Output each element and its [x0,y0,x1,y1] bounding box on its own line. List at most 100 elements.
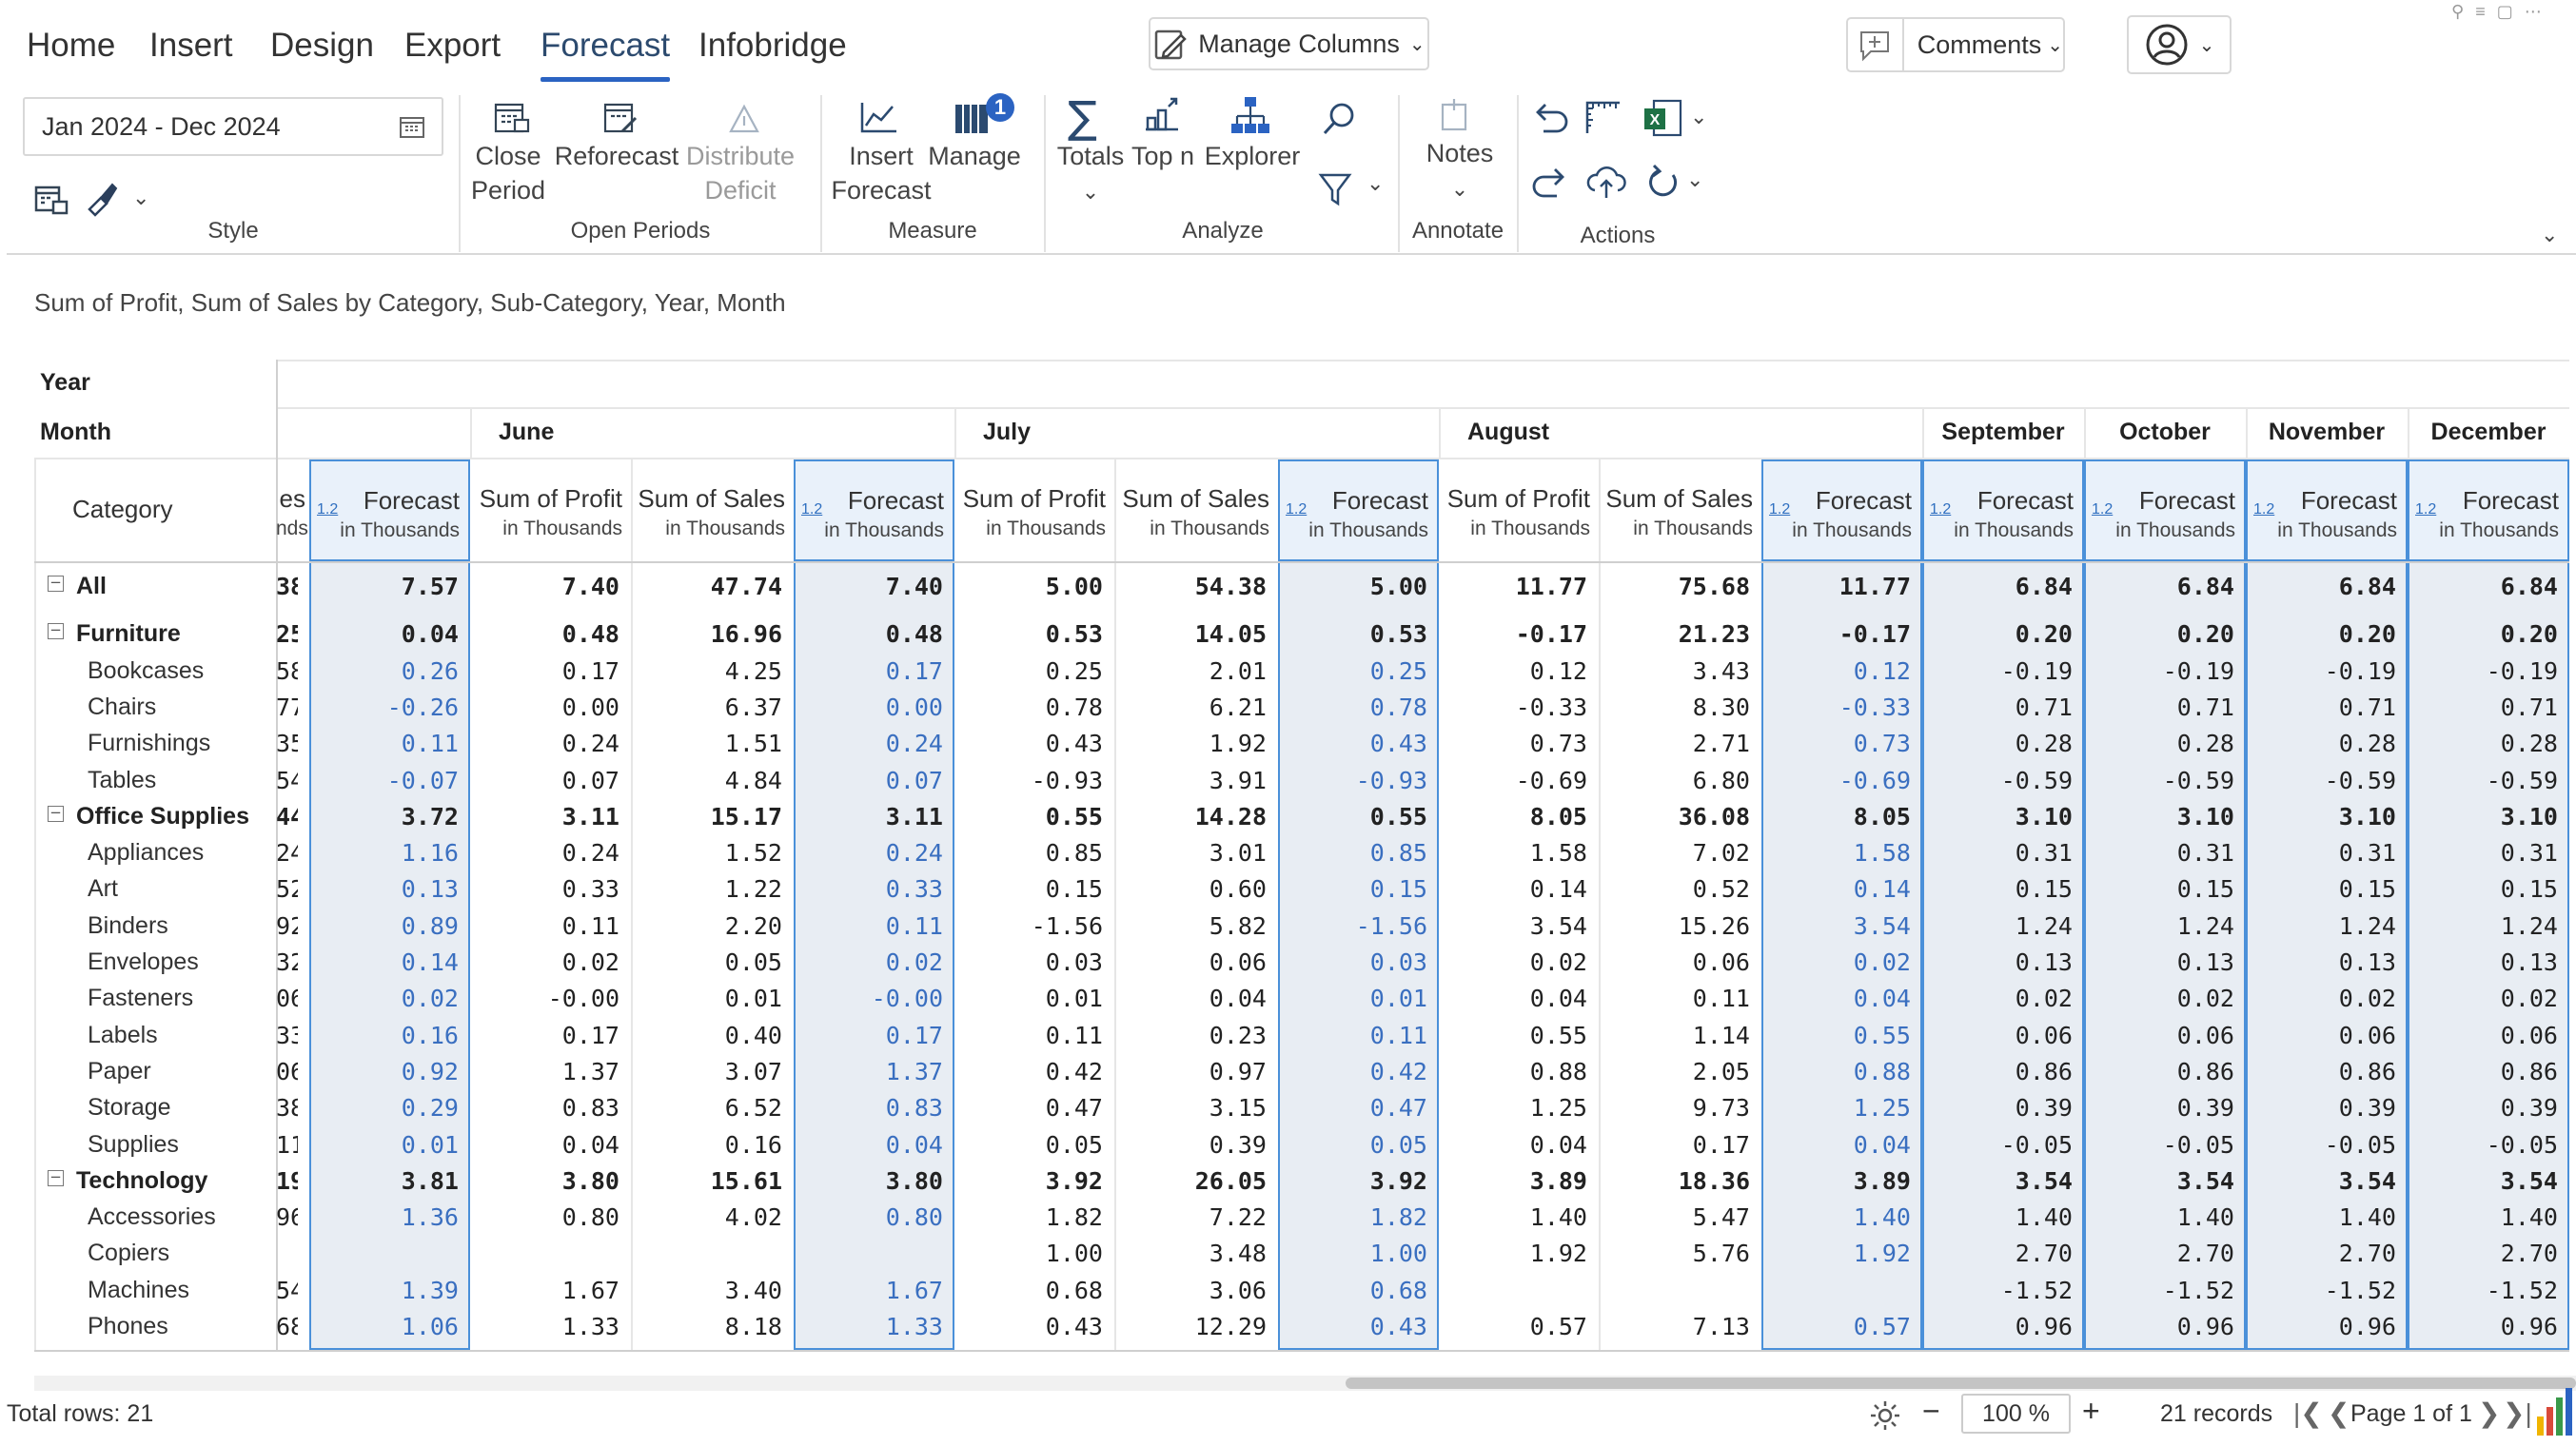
data-cell[interactable]: 3.54 [1439,912,1587,940]
data-cell[interactable]: 0.39 [2408,1094,2558,1122]
tab-export[interactable]: Export [404,27,501,65]
data-cell[interactable]: 0.04 [1439,1131,1587,1159]
distribute-deficit-button[interactable]: Distribute Deficit [686,139,795,207]
data-cell[interactable]: 0.43 [1278,1313,1427,1340]
window-controls[interactable]: ⚲≡▢⋯ [2451,2,2553,22]
data-cell[interactable]: 0.07 [470,767,619,794]
data-cell[interactable]: 0.86 [2246,1058,2396,1085]
month-header-3[interactable]: September [1922,419,2084,446]
data-cell[interactable]: 1.00 [954,1240,1103,1267]
data-cell[interactable]: -0.93 [1278,767,1427,794]
data-cell[interactable]: 5.00 [1278,573,1427,600]
data-cell[interactable]: -1.52 [2084,1277,2234,1304]
data-cell[interactable]: 0.13 [309,875,459,903]
collapse-toggle[interactable]: − [48,623,64,640]
close-period-button[interactable]: Close Period [471,139,545,207]
forecast-column-header[interactable]: 1.2 Forecast in Thousands [2084,459,2246,561]
data-cell[interactable]: 15.26 [1599,912,1750,940]
row-label[interactable]: Chairs [88,694,156,721]
data-cell[interactable]: -0.17 [1761,620,1911,648]
row-label[interactable]: Binders [88,912,168,940]
data-cell[interactable]: 1.06 [309,1313,459,1340]
filter-icon[interactable]: ≡ [2475,2,2497,21]
data-cell[interactable]: -0.69 [1761,767,1911,794]
decimal-format-badge[interactable]: 1.2 [2092,501,2113,518]
data-cell[interactable]: 6.84 [1922,573,2073,600]
data-cell[interactable]: 0.24 [794,839,943,867]
data-cell[interactable]: 0.31 [2246,839,2396,867]
data-cell[interactable]: 2.20 [631,912,782,940]
data-cell[interactable]: 1.37 [794,1058,943,1085]
data-cell[interactable]: 0.86 [2084,1058,2234,1085]
data-cell[interactable]: 3.06 [1114,1277,1267,1304]
data-cell[interactable]: 0.06 [1922,1022,2073,1049]
data-cell[interactable]: 0.39 [2084,1094,2234,1122]
data-cell[interactable]: 3.43 [1599,657,1750,685]
data-cell[interactable]: 1.24 [2084,912,2234,940]
tab-forecast[interactable]: Forecast [541,27,671,82]
data-cell[interactable]: 0.73 [1439,730,1587,757]
data-cell[interactable]: 0.26 [309,657,459,685]
data-cell[interactable]: 36.08 [1599,803,1750,830]
month-header-1[interactable]: July [983,419,1031,446]
data-cell[interactable]: 0.12 [1761,657,1911,685]
data-cell[interactable]: 0.02 [1761,948,1911,976]
data-cell[interactable]: -1.52 [1922,1277,2073,1304]
data-cell[interactable]: 0.80 [470,1203,619,1231]
data-cell[interactable]: 0.25 [1278,657,1427,685]
forecast-column-header[interactable]: 1.2 Forecast in Thousands [794,459,954,561]
data-cell[interactable]: 06 [276,1058,298,1085]
data-cell[interactable]: 0.97 [1114,1058,1267,1085]
expand-icon[interactable]: ▢ [2497,2,2525,21]
data-cell[interactable]: 18.36 [1599,1167,1750,1195]
data-cell[interactable]: 0.02 [470,948,619,976]
data-cell[interactable]: 14.05 [1114,620,1267,648]
data-cell[interactable]: 0.02 [2246,985,2396,1012]
data-cell[interactable]: 75.68 [1599,573,1750,600]
data-cell[interactable]: 15.17 [631,803,782,830]
data-cell[interactable]: 52 [276,875,298,903]
data-cell[interactable]: 3.11 [470,803,619,830]
tab-home[interactable]: Home [27,27,115,65]
category-header[interactable]: Category [72,495,173,524]
data-cell[interactable]: 1.14 [1599,1022,1750,1049]
data-cell[interactable]: 1.40 [1439,1203,1587,1231]
sales-column-header[interactable]: Sum of Sales in Thousands [1114,459,1278,561]
data-cell[interactable]: 0.55 [1439,1022,1587,1049]
row-label[interactable]: Appliances [88,839,204,867]
data-cell[interactable]: 0.73 [1761,730,1911,757]
month-header-0[interactable]: June [499,419,554,446]
row-label[interactable]: Paper [88,1058,151,1085]
data-cell[interactable]: 0.57 [1439,1313,1587,1340]
collapse-ribbon-icon[interactable]: ⌄ [2541,223,2558,247]
data-cell[interactable]: 6.52 [631,1094,782,1122]
data-cell[interactable]: 0.02 [1922,985,2073,1012]
data-cell[interactable]: 0.88 [1761,1058,1911,1085]
data-cell[interactable]: 3.92 [1278,1167,1427,1195]
data-cell[interactable]: 0.55 [954,803,1103,830]
data-cell[interactable]: 7.57 [309,573,459,600]
data-cell[interactable]: 0.14 [1761,875,1911,903]
data-cell[interactable]: 0.00 [794,694,943,721]
data-cell[interactable]: 0.15 [2084,875,2234,903]
row-label[interactable]: Art [88,875,118,903]
data-cell[interactable]: 1.24 [2246,912,2396,940]
data-cell[interactable]: 0.47 [1278,1094,1427,1122]
data-cell[interactable]: 0.04 [794,1131,943,1159]
data-cell[interactable]: 0.86 [1922,1058,2073,1085]
data-cell[interactable]: 0.43 [954,1313,1103,1340]
data-cell[interactable]: 0.04 [470,1131,619,1159]
chevron-down-icon[interactable]: ⌄ [1690,105,1707,129]
data-cell[interactable]: 0.11 [309,730,459,757]
data-cell[interactable]: 77 [276,694,298,721]
data-cell[interactable]: 0.86 [2408,1058,2558,1085]
settings-gear-icon[interactable] [1869,1399,1901,1432]
data-cell[interactable]: -0.19 [2408,657,2558,685]
data-cell[interactable]: 0.15 [2246,875,2396,903]
data-cell[interactable]: 33 [276,1022,298,1049]
row-label[interactable]: Furnishings [88,730,210,757]
row-label[interactable]: Machines [88,1277,189,1304]
data-cell[interactable]: 3.54 [2408,1167,2558,1195]
data-cell[interactable]: 0.60 [1114,875,1267,903]
zoom-in-button[interactable]: + [2082,1394,2100,1429]
